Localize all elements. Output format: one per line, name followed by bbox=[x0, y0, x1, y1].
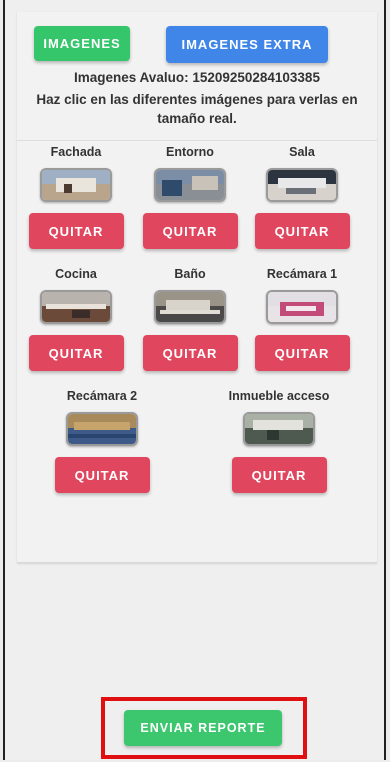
remove-recamara-1-button[interactable]: QUITAR bbox=[254, 335, 350, 371]
remove-recamara-2-button[interactable]: QUITAR bbox=[54, 457, 150, 493]
living-room-photo-icon[interactable] bbox=[266, 168, 338, 202]
bedroom-photo-icon[interactable] bbox=[266, 290, 338, 324]
remove-sala-button[interactable]: QUITAR bbox=[254, 213, 350, 249]
image-cell-fachada: Fachada QUITAR bbox=[21, 144, 131, 249]
image-cell-recamara-2: Recámara 2 QUITAR bbox=[47, 388, 157, 493]
remove-fachada-button[interactable]: QUITAR bbox=[28, 213, 124, 249]
images-card: IMAGENES IMAGENES EXTRA Imagenes Avaluo:… bbox=[17, 12, 377, 563]
app-frame: IMAGENES IMAGENES EXTRA Imagenes Avaluo:… bbox=[3, 0, 386, 760]
image-cell-sala: Sala QUITAR bbox=[247, 144, 357, 249]
hint-text-line1: Haz clic en las diferentes imágenes para… bbox=[36, 92, 358, 107]
image-label: Recámara 2 bbox=[66, 389, 138, 403]
remove-entorno-button[interactable]: QUITAR bbox=[142, 213, 238, 249]
image-label: Cocina bbox=[55, 267, 97, 281]
image-label: Recámara 1 bbox=[266, 267, 338, 281]
send-report-button[interactable]: ENVIAR REPORTE bbox=[124, 710, 282, 746]
hint-text-line2: tamaño real. bbox=[157, 111, 237, 126]
image-label: Baño bbox=[174, 267, 206, 281]
image-cell-inmueble-acceso: Inmueble acceso QUITAR bbox=[224, 388, 334, 493]
remove-cocina-button[interactable]: QUITAR bbox=[28, 335, 124, 371]
images-button[interactable]: IMAGENES bbox=[34, 26, 130, 61]
image-label: Sala bbox=[289, 145, 315, 159]
access-photo-icon[interactable] bbox=[243, 412, 315, 446]
remove-bano-button[interactable]: QUITAR bbox=[142, 335, 238, 371]
image-cell-entorno: Entorno QUITAR bbox=[135, 144, 245, 249]
image-label: Entorno bbox=[166, 145, 214, 159]
kitchen-photo-icon[interactable] bbox=[40, 290, 112, 324]
bathroom-photo-icon[interactable] bbox=[154, 290, 226, 324]
image-cell-bano: Baño QUITAR bbox=[135, 266, 245, 371]
image-label: Fachada bbox=[50, 145, 102, 159]
street-photo-icon[interactable] bbox=[154, 168, 226, 202]
extra-images-button[interactable]: IMAGENES EXTRA bbox=[166, 26, 328, 63]
image-cell-cocina: Cocina QUITAR bbox=[21, 266, 131, 371]
image-label: Inmueble acceso bbox=[228, 389, 330, 403]
image-cell-recamara-1: Recámara 1 QUITAR bbox=[247, 266, 357, 371]
remove-inmueble-acceso-button[interactable]: QUITAR bbox=[231, 457, 327, 493]
bedroom-photo-icon[interactable] bbox=[66, 412, 138, 446]
avaluo-id-text: Imagenes Avaluo: 15209250284103385 bbox=[74, 70, 320, 85]
divider bbox=[17, 140, 377, 141]
house-facade-photo-icon[interactable] bbox=[40, 168, 112, 202]
